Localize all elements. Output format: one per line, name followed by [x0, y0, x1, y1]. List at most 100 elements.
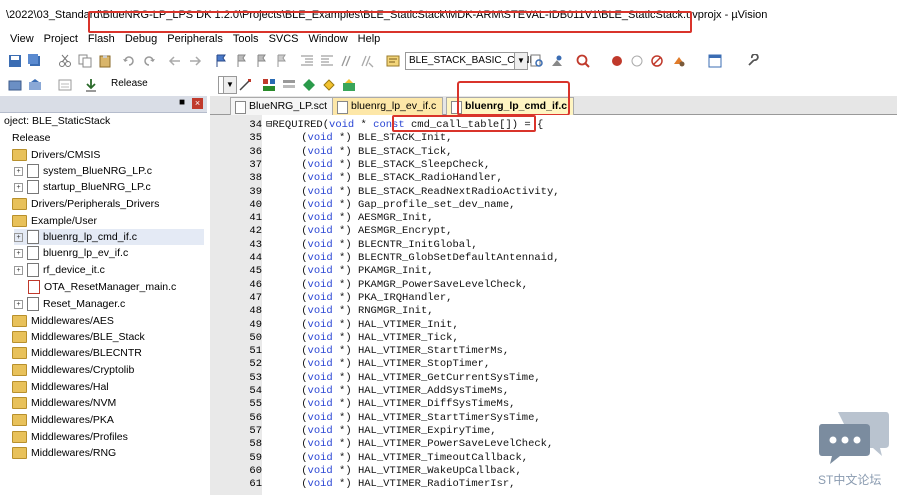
copy-icon[interactable] [78, 54, 92, 68]
translate-icon[interactable] [8, 78, 22, 92]
bookmark-next-icon[interactable] [254, 54, 268, 68]
rebuild-icon[interactable] [58, 78, 72, 92]
tree-item[interactable]: + bluenrg_lp_ev_if.c [14, 245, 128, 261]
expand-icon[interactable]: + [14, 265, 23, 275]
menu-svcs[interactable]: SVCS [269, 33, 299, 45]
folder-icon [12, 431, 27, 444]
nav-forward-icon[interactable] [188, 54, 202, 68]
code-text: (void *) Gap_profile_set_dev_name, [276, 198, 516, 211]
menu-view[interactable]: View [10, 33, 34, 45]
comment-icon[interactable] [340, 54, 354, 68]
menu-help[interactable]: Help [358, 33, 381, 45]
tree-item[interactable]: Middlewares/BLE_Stack [12, 329, 145, 345]
select-packs-icon[interactable] [322, 78, 336, 92]
tree-item[interactable]: OTA_ResetManager_main.c [28, 279, 176, 295]
file-icon [27, 246, 39, 261]
tree-item[interactable]: + startup_BlueNRG_LP.c [14, 179, 151, 195]
expand-icon[interactable]: + [14, 166, 23, 176]
close-icon[interactable]: × [192, 98, 203, 109]
cut-icon[interactable] [58, 54, 72, 68]
expand-icon[interactable]: + [14, 248, 23, 258]
file-extensions-icon[interactable] [262, 78, 276, 92]
target-combo[interactable]: BLE_STACK_BASIC_CONF ▼ [405, 52, 536, 70]
line-number: 58 [249, 438, 262, 451]
line-number: 48 [249, 305, 262, 318]
tree-item[interactable]: Middlewares/RNG [12, 445, 116, 461]
target-node[interactable]: Release [12, 130, 51, 146]
expand-icon[interactable]: + [14, 232, 23, 242]
pack-installer-icon[interactable] [302, 78, 316, 92]
project-root[interactable]: oject: BLE_StaticStack [4, 113, 110, 129]
menu-window[interactable]: Window [309, 33, 348, 45]
target-options-icon[interactable] [238, 78, 252, 92]
expand-icon[interactable]: + [14, 182, 23, 192]
file-icon [27, 164, 39, 179]
bookmark-clear-icon[interactable] [274, 54, 288, 68]
chevron-down-icon[interactable]: ▼ [514, 53, 527, 69]
uncomment-icon[interactable] [360, 54, 374, 68]
run-environment-icon[interactable] [342, 78, 356, 92]
menu-debug[interactable]: Debug [125, 33, 157, 45]
tree-item[interactable]: Drivers/CMSIS [12, 147, 100, 163]
chevron-down-icon[interactable]: ▼ [223, 77, 236, 93]
configure-icon[interactable] [672, 54, 686, 68]
nav-back-icon[interactable] [168, 54, 182, 68]
tree-item[interactable]: + system_BlueNRG_LP.c [14, 163, 152, 179]
undo-icon[interactable] [122, 54, 136, 68]
breakpoint-icon[interactable] [610, 54, 624, 68]
folder-open-icon [12, 215, 27, 228]
tree-item[interactable]: Middlewares/NVM [12, 395, 116, 411]
code-text: (void *) HAL_VTIMER_AddSysTimeMs, [276, 385, 510, 397]
code-text: (void *) HAL_VTIMER_StartTimerSysTime, [276, 411, 541, 424]
tree-item[interactable]: Middlewares/Hal [12, 379, 109, 395]
find-in-files-icon[interactable] [386, 54, 400, 68]
tree-item[interactable]: Drivers/Peripherals_Drivers [12, 196, 159, 212]
incremental-find-icon[interactable] [550, 54, 564, 68]
line-number: 44 [249, 252, 262, 264]
menu-flash[interactable]: Flash [88, 33, 115, 45]
bookmark-icon[interactable] [214, 54, 228, 68]
tab-bluenrg-lp-ev-if[interactable]: bluenrg_lp_ev_if.c [332, 97, 444, 115]
line-number: 40 [249, 198, 262, 211]
tab-bluenrg-lp-sct[interactable]: BlueNRG_LP.sct [230, 97, 335, 115]
tree-item[interactable]: Middlewares/AES [12, 313, 114, 329]
toolbar-build: Release ▼ [0, 74, 460, 96]
tree-item[interactable]: Middlewares/Cryptolib [12, 362, 134, 378]
debug-session-icon[interactable] [576, 54, 590, 68]
redo-icon[interactable] [142, 54, 156, 68]
wrench-icon[interactable] [746, 54, 760, 68]
save-all-icon[interactable] [28, 54, 42, 68]
tree-item[interactable]: + bluenrg_lp_cmd_if.c [14, 229, 204, 245]
indent-icon[interactable] [300, 54, 314, 68]
menu-peripherals[interactable]: Peripherals [167, 33, 223, 45]
folder-icon [12, 198, 27, 211]
paste-icon[interactable] [98, 54, 112, 68]
tree-item[interactable]: Example/User [12, 213, 97, 229]
breakpoint-disabled-icon[interactable] [630, 54, 644, 68]
line-number: 59 [249, 451, 262, 464]
save-icon[interactable] [8, 54, 22, 68]
tree-item[interactable]: Middlewares/BLECNTR [12, 345, 142, 361]
file-icon [27, 230, 39, 245]
tree-item[interactable]: Middlewares/PKA [12, 412, 114, 428]
bookmark-prev-icon[interactable] [234, 54, 248, 68]
line-number: 47 [249, 291, 262, 304]
expand-icon[interactable]: + [14, 299, 23, 309]
unindent-icon[interactable] [320, 54, 334, 68]
code-editor[interactable]: 34 ⊟REQUIRED(void * const cmd_call_table[… [210, 115, 897, 495]
manage-components-icon[interactable] [282, 78, 296, 92]
build-target-dropdown[interactable]: ▼ [218, 76, 237, 94]
code-text: (void *) HAL_VTIMER_Tick, [276, 331, 459, 344]
pin-icon[interactable]: ■ [179, 97, 185, 108]
kill-breakpoints-icon[interactable] [650, 54, 664, 68]
build-icon[interactable] [28, 78, 42, 92]
tree-item[interactable]: Middlewares/Profiles [12, 429, 128, 445]
build-target-select[interactable]: Release [108, 76, 181, 92]
menu-tools[interactable]: Tools [233, 33, 259, 45]
tree-item[interactable]: + Reset_Manager.c [14, 296, 125, 312]
menu-project[interactable]: Project [44, 33, 78, 45]
tree-item[interactable]: + rf_device_it.c [14, 262, 105, 278]
search-file-icon[interactable] [530, 54, 544, 68]
window-layout-icon[interactable] [708, 54, 722, 68]
load-download-icon[interactable] [84, 78, 98, 92]
